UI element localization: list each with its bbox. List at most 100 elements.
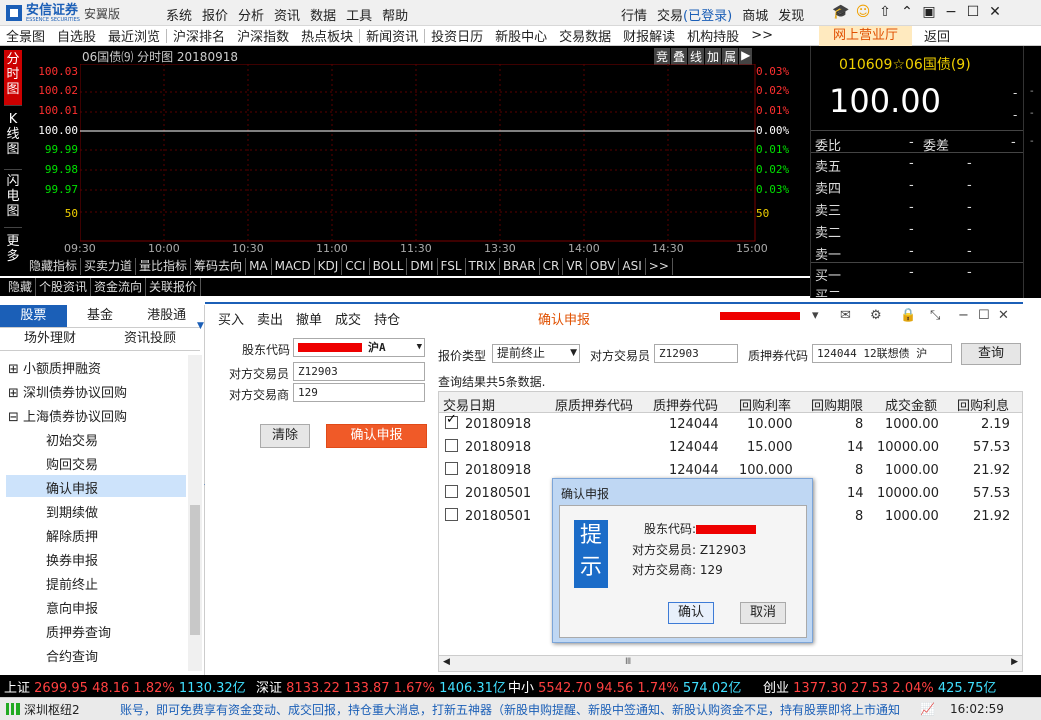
index-gem[interactable]: 创业 1377.30 27.53 2.04% 425.75亿 xyxy=(759,677,1037,696)
minimize-icon[interactable]: − xyxy=(940,4,962,20)
scroll-thumb[interactable]: Ⅲ xyxy=(625,657,631,667)
indicator-cr[interactable]: CR xyxy=(540,258,564,275)
nav-more[interactable]: >> xyxy=(745,28,779,43)
tree-item-early-termination[interactable]: 提前终止 xyxy=(46,574,98,593)
nav-recent[interactable]: 最近浏览 xyxy=(102,26,166,45)
indicator-hide[interactable]: 隐藏指标 xyxy=(26,258,82,275)
tree-group-sh-repo[interactable]: ⊟ 上海债券协议回购 xyxy=(8,406,127,425)
settings-icon[interactable]: ⚙ xyxy=(870,308,900,323)
nav-panorama[interactable]: 全景图 xyxy=(0,26,51,45)
index-sz[interactable]: 深证 8133.22 133.87 1.67% 1406.31亿 xyxy=(252,677,506,696)
footer-message[interactable]: 账号，即可免费享有资金变动、成交回报，持仓重大消息，打新五神器（新股申购提醒、新… xyxy=(120,701,920,718)
table-row[interactable]: ✓ 20180918 124044 10.000 8 1000.00 2.19 xyxy=(439,412,1022,437)
indicator-cci[interactable]: CCI xyxy=(342,258,370,275)
table-row[interactable]: 20180918 124044 15.000 14 10000.00 57.53 xyxy=(439,437,1022,460)
col-interest[interactable]: 回购利息 xyxy=(957,395,1009,414)
server-name[interactable]: 深圳枢纽2 xyxy=(24,701,120,718)
menu-analysis[interactable]: 分析 xyxy=(238,9,264,24)
nav-news[interactable]: 新闻资讯 xyxy=(360,26,424,45)
dialog-cancel-button[interactable]: 取消 xyxy=(740,602,786,624)
indicator-kdj[interactable]: KDJ xyxy=(315,258,343,275)
indicator-macd[interactable]: MACD xyxy=(272,258,315,275)
collapse-down-icon[interactable]: ▼ xyxy=(197,321,204,331)
scroll-left-icon[interactable]: ◀ xyxy=(443,657,450,667)
tree-group-pledge-financing[interactable]: ⊞ 小额质押融资 xyxy=(8,358,101,377)
nav-trade-data[interactable]: 交易数据 xyxy=(553,26,617,45)
indicator-boll[interactable]: BOLL xyxy=(370,258,408,275)
indicator-obv[interactable]: OBV xyxy=(587,258,620,275)
menu-system[interactable]: 系统 xyxy=(166,9,192,24)
indicator-ma[interactable]: MA xyxy=(246,258,272,275)
indicator-dmi[interactable]: DMI xyxy=(407,258,438,275)
cancel-order-button[interactable]: 撤单 xyxy=(296,309,322,328)
row-checkbox[interactable] xyxy=(445,508,458,521)
info-tab-hide[interactable]: 隐藏 xyxy=(0,278,37,296)
close-icon[interactable]: ✕ xyxy=(998,308,1018,323)
chart-icon[interactable]: 📈 xyxy=(920,702,950,716)
menu-info[interactable]: 资讯 xyxy=(274,9,300,24)
minimize-icon[interactable]: − xyxy=(958,308,978,323)
indicator-asi[interactable]: ASI xyxy=(619,258,646,275)
scroll-right-icon[interactable]: ▶ xyxy=(1011,657,1018,667)
indicator-fsl[interactable]: FSL xyxy=(438,258,466,275)
query-button[interactable]: 查询 xyxy=(961,343,1021,365)
col-term[interactable]: 回购期限 xyxy=(811,395,863,414)
menu-data[interactable]: 数据 xyxy=(310,9,336,24)
maximize-icon[interactable]: ☐ xyxy=(962,4,984,20)
tree-group-sz-repo[interactable]: ⊞ 深圳债券协议回购 xyxy=(8,382,127,401)
row-checkbox[interactable] xyxy=(445,439,458,452)
holder-code-select[interactable]: 沪A ▼ xyxy=(293,338,425,357)
tree-item-swap[interactable]: 换券申报 xyxy=(46,550,98,569)
quote-scrollbar[interactable]: - - - xyxy=(1023,46,1041,298)
smiley-icon[interactable]: ☺ xyxy=(852,4,874,20)
tab-advisory[interactable]: 资讯投顾 xyxy=(100,328,200,351)
row-checkbox[interactable] xyxy=(445,485,458,498)
indicator-volume-ratio[interactable]: 量比指标 xyxy=(136,258,192,275)
clear-button[interactable]: 清除 xyxy=(260,424,310,448)
back-button[interactable]: 返回 xyxy=(918,26,956,45)
tree-item-release-pledge[interactable]: 解除质押 xyxy=(46,526,98,545)
tab-flash[interactable]: 闪电图 xyxy=(4,172,22,228)
trade-link[interactable]: 交易(已登录) xyxy=(657,9,732,24)
nav-ipo[interactable]: 新股中心 xyxy=(489,26,553,45)
tab-intraday[interactable]: 分时图 xyxy=(4,50,22,106)
indicator-vr[interactable]: VR xyxy=(563,258,587,275)
nav-hot-sector[interactable]: 热点板块 xyxy=(295,26,359,45)
info-tab-fund-flow[interactable]: 资金流向 xyxy=(91,278,147,296)
tab-hk-connect[interactable]: 港股通 xyxy=(133,305,201,328)
tool-play-icon[interactable]: ▶ xyxy=(739,48,753,65)
deals-button[interactable]: 成交 xyxy=(335,309,361,328)
query-trader-input[interactable]: Z12903 xyxy=(654,344,738,363)
tree-item-renew[interactable]: 到期续做 xyxy=(46,502,98,521)
restore-icon[interactable]: ▣ xyxy=(918,4,940,20)
star-icon[interactable]: ☆ xyxy=(892,57,905,73)
col-amount[interactable]: 成交金额 xyxy=(885,395,937,414)
lock-icon[interactable]: 🔒 xyxy=(900,308,930,323)
tree-item-pledge-query[interactable]: 质押券查询 xyxy=(46,622,111,641)
tool-overlay[interactable]: 叠 xyxy=(671,48,688,65)
row-checkbox[interactable] xyxy=(445,462,458,475)
indicator-brar[interactable]: BRAR xyxy=(500,258,540,275)
menu-help[interactable]: 帮助 xyxy=(382,9,408,24)
nav-ranking[interactable]: 沪深排名 xyxy=(167,26,231,45)
menu-quote[interactable]: 报价 xyxy=(202,9,228,24)
indicator-trix[interactable]: TRIX xyxy=(466,258,500,275)
nav-holdings[interactable]: 机构持股 xyxy=(681,26,745,45)
trader-input[interactable]: Z12903 xyxy=(293,362,425,381)
close-icon[interactable]: ✕ xyxy=(984,4,1006,20)
tree-item-intent[interactable]: 意向申报 xyxy=(46,598,98,617)
nav-calendar[interactable]: 投资日历 xyxy=(425,26,489,45)
indicator-force[interactable]: 买卖力道 xyxy=(81,258,137,275)
nav-index[interactable]: 沪深指数 xyxy=(231,26,295,45)
row-checkbox[interactable]: ✓ xyxy=(445,412,458,429)
info-tab-stock-news[interactable]: 个股资讯 xyxy=(36,278,92,296)
col-pledge-code[interactable]: 质押券代码 xyxy=(653,395,718,414)
tree-item-initial-trade[interactable]: 初始交易 xyxy=(46,430,98,449)
tab-kline[interactable]: K线图 xyxy=(4,110,22,170)
col-orig-pledge[interactable]: 原质押券代码 xyxy=(555,395,633,414)
chevron-up-icon[interactable]: ⌃ xyxy=(896,4,918,20)
nav-report[interactable]: 财报解读 xyxy=(617,26,681,45)
resize-icon[interactable]: ⤡ xyxy=(930,308,958,323)
tool-add[interactable]: 加 xyxy=(705,48,722,65)
pledge-code-input[interactable]: 124044 12联想债 沪 xyxy=(812,344,952,363)
